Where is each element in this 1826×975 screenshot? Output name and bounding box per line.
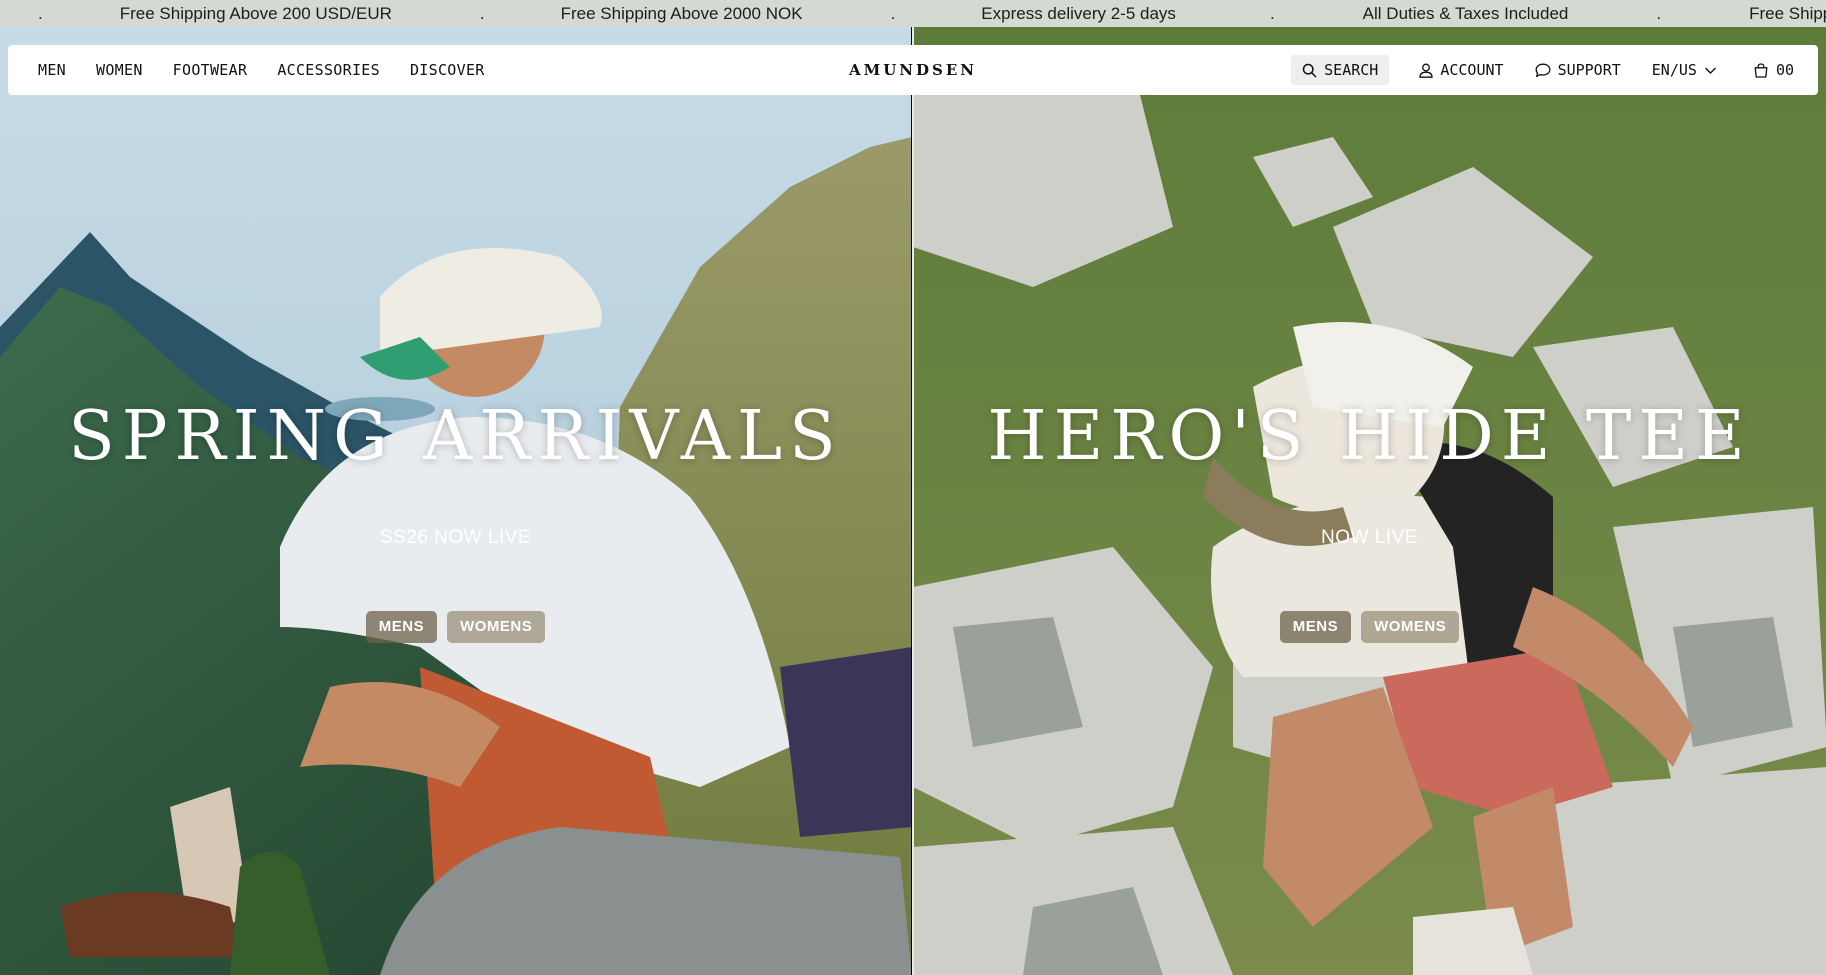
locale-selector[interactable]: EN/US [1652,61,1717,79]
locale-label: EN/US [1651,61,1697,79]
hero-image-spring-arrivals [0,27,911,975]
chevron-down-icon [1704,66,1717,75]
support-label: SUPPORT [1557,61,1621,79]
account-label: ACCOUNT [1440,61,1504,79]
hero-title: SPRING ARRIVALS [68,397,843,476]
hero-subtitle: SS26 NOW LIVE [379,527,532,548]
search-button[interactable]: SEARCH [1291,55,1390,85]
nav-menu: MEN WOMEN FOOTWEAR ACCESSORIES DISCOVER [38,45,485,95]
shop-mens-button[interactable]: MENS [1279,611,1352,643]
nav-item-men[interactable]: MEN [38,61,66,79]
hero-cta-group: MENS WOMENS [0,611,911,643]
announcement-track: . Free Shipping Above 200 USD/EUR . Free… [0,0,1826,27]
logo[interactable]: AMUNDSEN [833,45,993,95]
announcement-separator: . [38,4,43,23]
search-icon [1302,63,1317,78]
nav-item-footwear[interactable]: FOOTWEAR [173,61,248,79]
shop-mens-button[interactable]: MENS [365,611,438,643]
hero-title: HERO'S HIDE TEE [987,397,1752,476]
hero-divider [912,27,914,975]
announcement-separator: . [890,4,896,23]
hero-panel-heros-hide-tee[interactable]: HERO'S HIDE TEE NOW LIVE MENS WOMENS [913,27,1826,975]
nav-tools: SEARCH ACCOUNT SUPPORT EN/US 00 [1291,45,1794,95]
announcement-bar: . Free Shipping Above 200 USD/EUR . Free… [0,0,1826,27]
hero-cta-group: MENS WOMENS [913,611,1826,643]
announcement-separator: . [479,4,485,23]
hero-panel-spring-arrivals[interactable]: SPRING ARRIVALS SS26 NOW LIVE MENS WOMEN… [0,27,911,975]
announcement-message: Express delivery 2-5 days [981,4,1176,23]
announcement-separator: . [1656,4,1662,23]
hero-image-heros-hide-tee [913,27,1826,975]
main-nav: MEN WOMEN FOOTWEAR ACCESSORIES DISCOVER … [8,45,1818,95]
cart-button[interactable]: 00 [1753,61,1794,79]
shop-womens-button[interactable]: WOMENS [447,611,546,643]
announcement-message: Free Shipping Above 200 USD/EUR [1749,4,1826,23]
support-link[interactable]: SUPPORT [1535,61,1621,79]
hero-subtitle: NOW LIVE [1321,527,1418,548]
announcement-message: Free Shipping Above 200 USD/EUR [119,4,392,23]
user-icon [1419,63,1433,78]
shopping-bag-icon [1753,62,1769,78]
nav-item-accessories[interactable]: ACCESSORIES [277,61,380,79]
nav-item-discover[interactable]: DISCOVER [410,61,485,79]
search-label: SEARCH [1324,61,1379,79]
announcement-separator: . [1269,4,1275,23]
announcement-message: All Duties & Taxes Included [1362,4,1569,23]
shop-womens-button[interactable]: WOMENS [1361,611,1460,643]
announcement-message: Free Shipping Above 2000 NOK [560,4,803,23]
chat-bubble-icon [1535,63,1551,78]
account-link[interactable]: ACCOUNT [1419,61,1504,79]
nav-item-women[interactable]: WOMEN [96,61,143,79]
cart-count: 00 [1775,61,1794,79]
